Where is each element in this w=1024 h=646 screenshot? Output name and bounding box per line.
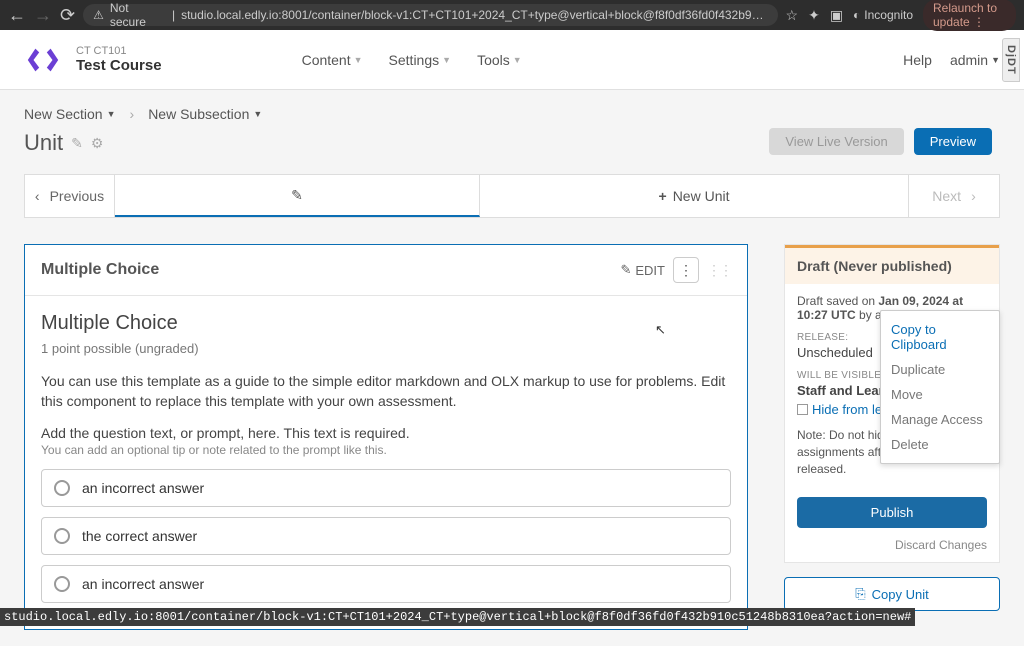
points-label: 1 point possible (ungraded) bbox=[41, 341, 731, 356]
copy-unit-button[interactable]: ⎘Copy Unit bbox=[784, 577, 1000, 611]
logo-icon bbox=[24, 41, 62, 79]
problem-title: Multiple Choice bbox=[41, 312, 731, 335]
nav-content[interactable]: Content▼ bbox=[302, 52, 363, 68]
extensions-icon[interactable]: ✦ bbox=[808, 7, 820, 24]
chevron-right-icon: › bbox=[130, 106, 135, 122]
menu-delete[interactable]: Delete bbox=[881, 432, 999, 457]
chevron-down-icon: ▼ bbox=[107, 109, 116, 119]
incognito-badge: ◐ Incognito bbox=[853, 8, 913, 22]
problem-description: You can use this template as a guide to … bbox=[41, 372, 731, 411]
star-icon[interactable]: ☆ bbox=[786, 7, 799, 24]
chevron-down-icon: ▼ bbox=[253, 109, 262, 119]
menu-move[interactable]: Move bbox=[881, 382, 999, 407]
help-link[interactable]: Help bbox=[903, 52, 932, 68]
breadcrumb: New Section ▼ › New Subsection ▼ bbox=[24, 106, 1000, 122]
course-name: Test Course bbox=[76, 57, 162, 74]
nav-settings[interactable]: Settings▼ bbox=[389, 52, 452, 68]
view-live-button: View Live Version bbox=[769, 128, 903, 155]
checkbox-icon[interactable] bbox=[797, 404, 808, 415]
djdt-tab[interactable]: DjDT bbox=[1002, 38, 1020, 82]
component-card: Multiple Choice ✎EDIT ⋮ ⋮⋮ Multiple Choi… bbox=[24, 244, 748, 630]
answer-option[interactable]: an incorrect answer bbox=[41, 565, 731, 603]
incognito-icon: ◐ bbox=[853, 8, 860, 22]
tab-current[interactable]: ✎ bbox=[115, 175, 480, 217]
menu-manage-access[interactable]: Manage Access bbox=[881, 407, 999, 432]
unit-nav-tabs: ‹Previous ✎ +New Unit Next› bbox=[24, 174, 1000, 218]
tab-next[interactable]: Next› bbox=[909, 175, 999, 217]
insecure-icon: ⚠ bbox=[93, 8, 104, 22]
edit-button[interactable]: ✎EDIT bbox=[620, 262, 665, 278]
answer-option[interactable]: an incorrect answer bbox=[41, 469, 731, 507]
logo[interactable]: CT CT101 Test Course bbox=[24, 41, 162, 79]
radio-icon[interactable] bbox=[54, 576, 70, 592]
radio-icon[interactable] bbox=[54, 528, 70, 544]
browser-right-icons: ☆ ✦ ▣ ◐ Incognito Relaunch to update ⋮ bbox=[786, 0, 1016, 31]
status-bar-url: studio.local.edly.io:8001/container/bloc… bbox=[0, 608, 915, 626]
breadcrumb-section[interactable]: New Section ▼ bbox=[24, 106, 116, 122]
tab-previous[interactable]: ‹Previous bbox=[25, 175, 115, 217]
answer-option[interactable]: the correct answer bbox=[41, 517, 731, 555]
breadcrumb-subsection[interactable]: New Subsection ▼ bbox=[148, 106, 262, 122]
app-header: CT CT101 Test Course Content▼ Settings▼ … bbox=[0, 30, 1024, 90]
radio-icon[interactable] bbox=[54, 480, 70, 496]
plus-icon: + bbox=[659, 188, 667, 204]
publish-status: Draft (Never published) bbox=[785, 245, 999, 284]
tab-new-unit[interactable]: +New Unit bbox=[480, 175, 909, 217]
chevron-right-icon: › bbox=[971, 188, 976, 204]
discard-changes-link[interactable]: Discard Changes bbox=[785, 532, 999, 562]
edit-title-icon[interactable]: ✎ bbox=[71, 135, 83, 152]
main-nav: Content▼ Settings▼ Tools▼ bbox=[302, 52, 522, 68]
answer-label: an incorrect answer bbox=[82, 576, 204, 592]
problem-tip: You can add an optional tip or note rela… bbox=[41, 443, 731, 457]
chevron-down-icon: ▼ bbox=[991, 55, 1000, 65]
page-title: Unit bbox=[24, 130, 63, 156]
chevron-down-icon: ▼ bbox=[354, 55, 363, 65]
copy-icon: ⎘ bbox=[855, 586, 865, 602]
insecure-label: Not secure bbox=[110, 1, 166, 29]
chevron-down-icon: ▼ bbox=[442, 55, 451, 65]
browser-chrome: ← → ⟳ ⚠ Not secure | studio.local.edly.i… bbox=[0, 0, 1024, 30]
url-text: studio.local.edly.io:8001/container/bloc… bbox=[181, 8, 767, 22]
relaunch-button[interactable]: Relaunch to update ⋮ bbox=[923, 0, 1016, 31]
component-menu-button[interactable]: ⋮ bbox=[673, 257, 699, 283]
reload-icon[interactable]: ⟳ bbox=[60, 5, 75, 26]
admin-menu[interactable]: admin▼ bbox=[950, 52, 1000, 68]
problem-prompt: Add the question text, or prompt, here. … bbox=[41, 425, 731, 441]
preview-button[interactable]: Preview bbox=[914, 128, 992, 155]
component-dropdown: Copy to Clipboard Duplicate Move Manage … bbox=[880, 310, 1000, 464]
chevron-left-icon: ‹ bbox=[35, 188, 40, 204]
component-title: Multiple Choice bbox=[41, 261, 159, 279]
nav-tools[interactable]: Tools▼ bbox=[477, 52, 522, 68]
chevron-down-icon: ▼ bbox=[513, 55, 522, 65]
url-bar[interactable]: ⚠ Not secure | studio.local.edly.io:8001… bbox=[83, 4, 777, 26]
publish-button[interactable]: Publish bbox=[797, 497, 987, 528]
settings-gear-icon[interactable]: ⚙ bbox=[91, 135, 104, 152]
menu-copy-clipboard[interactable]: Copy to Clipboard bbox=[881, 317, 999, 357]
pencil-icon: ✎ bbox=[620, 262, 631, 278]
answer-label: the correct answer bbox=[82, 528, 197, 544]
edit-icon: ✎ bbox=[291, 187, 303, 204]
forward-icon: → bbox=[34, 5, 52, 26]
course-code: CT CT101 bbox=[76, 45, 162, 57]
drag-handle-icon[interactable]: ⋮⋮ bbox=[707, 262, 731, 279]
back-icon[interactable]: ← bbox=[8, 5, 26, 26]
answer-label: an incorrect answer bbox=[82, 480, 204, 496]
menu-duplicate[interactable]: Duplicate bbox=[881, 357, 999, 382]
profile-icon[interactable]: ▣ bbox=[830, 7, 843, 24]
